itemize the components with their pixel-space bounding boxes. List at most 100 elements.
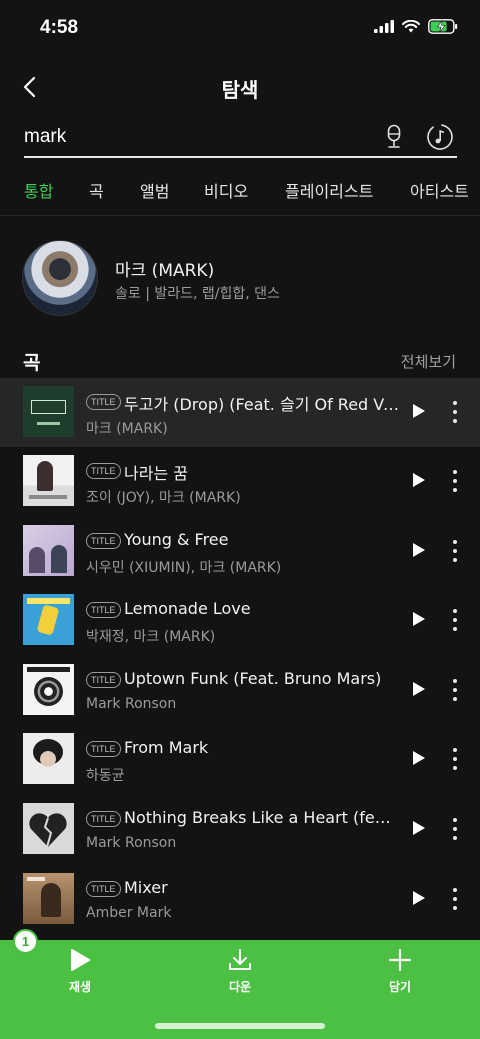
- album-art: [23, 386, 74, 437]
- more-icon: [453, 470, 457, 474]
- search-input[interactable]: [24, 122, 374, 152]
- play-button[interactable]: [408, 608, 430, 630]
- play-button[interactable]: [408, 539, 430, 561]
- play-button[interactable]: [408, 400, 430, 422]
- more-options-button[interactable]: [444, 815, 466, 843]
- tab-artists[interactable]: 아티스트: [410, 178, 469, 202]
- song-title: 나라는 꿈: [124, 464, 188, 483]
- album-art: [23, 873, 74, 924]
- play-icon: [413, 821, 425, 835]
- song-artist: Mark Ronson: [86, 835, 177, 851]
- album-art: [23, 664, 74, 715]
- song-artist: 조이 (JOY), 마크 (MARK): [86, 490, 241, 506]
- page-title: 탐색: [221, 78, 259, 102]
- more-options-button[interactable]: [444, 467, 466, 495]
- more-options-button[interactable]: [444, 676, 466, 704]
- more-options-button[interactable]: [444, 537, 466, 565]
- title-badge: TITLE: [86, 741, 121, 757]
- download-label: 다운: [228, 980, 252, 994]
- song-row[interactable]: TITLE From Mark 하동균: [0, 725, 480, 794]
- play-icon: [71, 949, 90, 971]
- see-all-link[interactable]: 전체보기: [401, 351, 456, 372]
- title-badge: TITLE: [86, 811, 121, 827]
- play-selected-button[interactable]: 재생: [40, 948, 120, 995]
- more-icon: [453, 748, 457, 752]
- song-row[interactable]: TITLE 나라는 꿈 조이 (JOY), 마크 (MARK): [0, 447, 480, 516]
- title-badge: TITLE: [86, 881, 121, 897]
- album-art: [23, 455, 74, 506]
- album-art: [23, 594, 74, 645]
- songs-section-header: 곡 전체보기: [0, 348, 480, 378]
- more-icon: [453, 540, 457, 544]
- broken-heart-art: [29, 813, 67, 848]
- home-indicator: [155, 1023, 325, 1029]
- song-artist: Amber Mark: [86, 905, 172, 921]
- album-art: [23, 733, 74, 784]
- battery-charging-icon: [428, 19, 458, 34]
- song-row[interactable]: TITLE Young & Free 시우민 (XIUMIN), 마크 (MAR…: [0, 517, 480, 586]
- header: 탐색: [0, 58, 480, 116]
- play-icon: [413, 543, 425, 557]
- tab-songs[interactable]: 곡: [89, 178, 104, 202]
- play-button[interactable]: [408, 817, 430, 839]
- more-icon: [453, 609, 457, 613]
- song-row[interactable]: TITLE Nothing Breaks Like a Heart (feat.…: [0, 795, 480, 864]
- play-button[interactable]: [408, 469, 430, 491]
- tab-albums[interactable]: 앨범: [140, 178, 169, 202]
- song-row[interactable]: TITLE Mixer Amber Mark: [0, 865, 480, 934]
- album-art: [23, 803, 74, 854]
- selected-count-badge: 1: [13, 929, 38, 954]
- more-options-button[interactable]: [444, 745, 466, 773]
- add-label: 담기: [388, 980, 412, 994]
- song-artist: 마크 (MARK): [86, 421, 168, 437]
- song-row[interactable]: TITLE 두고가 (Drop) (Feat. 슬기 Of Red Ve... …: [0, 378, 480, 447]
- artist-name: 마크 (MARK): [115, 261, 215, 281]
- title-badge: TITLE: [86, 394, 121, 410]
- song-title: From Mark: [124, 738, 209, 757]
- signal-icon: [374, 20, 394, 33]
- artist-avatar: [22, 240, 98, 316]
- play-button[interactable]: [408, 678, 430, 700]
- add-to-playlist-button[interactable]: 담기: [360, 948, 440, 995]
- play-button[interactable]: [408, 747, 430, 769]
- tab-playlists[interactable]: 플레이리스트: [285, 178, 373, 202]
- song-title: 두고가 (Drop) (Feat. 슬기 Of Red Ve...: [124, 395, 400, 414]
- more-icon: [453, 679, 457, 683]
- wifi-icon: [402, 20, 420, 33]
- search-bar: [24, 116, 457, 158]
- song-artist: Mark Ronson: [86, 696, 177, 712]
- download-button[interactable]: 다운: [200, 948, 280, 995]
- song-row[interactable]: TITLE Lemonade Love 박재정, 마크 (MARK): [0, 586, 480, 655]
- play-icon: [413, 473, 425, 487]
- voice-search-button[interactable]: [381, 122, 407, 152]
- song-artist: 하동균: [86, 768, 125, 784]
- status-icons: [374, 19, 458, 34]
- search-tabs: 통합 곡 앨범 비디오 플레이리스트 아티스트: [0, 168, 480, 216]
- more-options-button[interactable]: [444, 885, 466, 913]
- more-icon: [453, 888, 457, 892]
- play-button[interactable]: [408, 887, 430, 909]
- more-icon: [453, 818, 457, 822]
- album-art: [23, 525, 74, 576]
- more-options-button[interactable]: [444, 398, 466, 426]
- artist-genre: 솔로 | 발라드, 랩/힙합, 댄스: [115, 286, 280, 302]
- title-badge: TITLE: [86, 463, 121, 479]
- more-options-button[interactable]: [444, 606, 466, 634]
- song-title: Lemonade Love: [124, 599, 251, 618]
- tab-videos[interactable]: 비디오: [204, 178, 248, 202]
- play-label: 재생: [68, 980, 92, 994]
- more-icon: [453, 401, 457, 405]
- title-badge: TITLE: [86, 533, 121, 549]
- song-title: Mixer: [124, 878, 168, 897]
- mic-icon: [387, 124, 401, 148]
- song-artist: 시우민 (XIUMIN), 마크 (MARK): [86, 560, 282, 576]
- song-row[interactable]: TITLE Uptown Funk (Feat. Bruno Mars) Mar…: [0, 656, 480, 725]
- music-recognition-button[interactable]: [425, 122, 455, 152]
- artist-result[interactable]: 마크 (MARK) 솔로 | 발라드, 랩/힙합, 댄스: [22, 238, 458, 318]
- play-icon: [413, 891, 425, 905]
- music-search-icon: [427, 124, 453, 150]
- song-artist: 박재정, 마크 (MARK): [86, 629, 216, 645]
- play-icon: [413, 404, 425, 418]
- play-icon: [413, 612, 425, 626]
- tab-integrated[interactable]: 통합: [24, 178, 53, 202]
